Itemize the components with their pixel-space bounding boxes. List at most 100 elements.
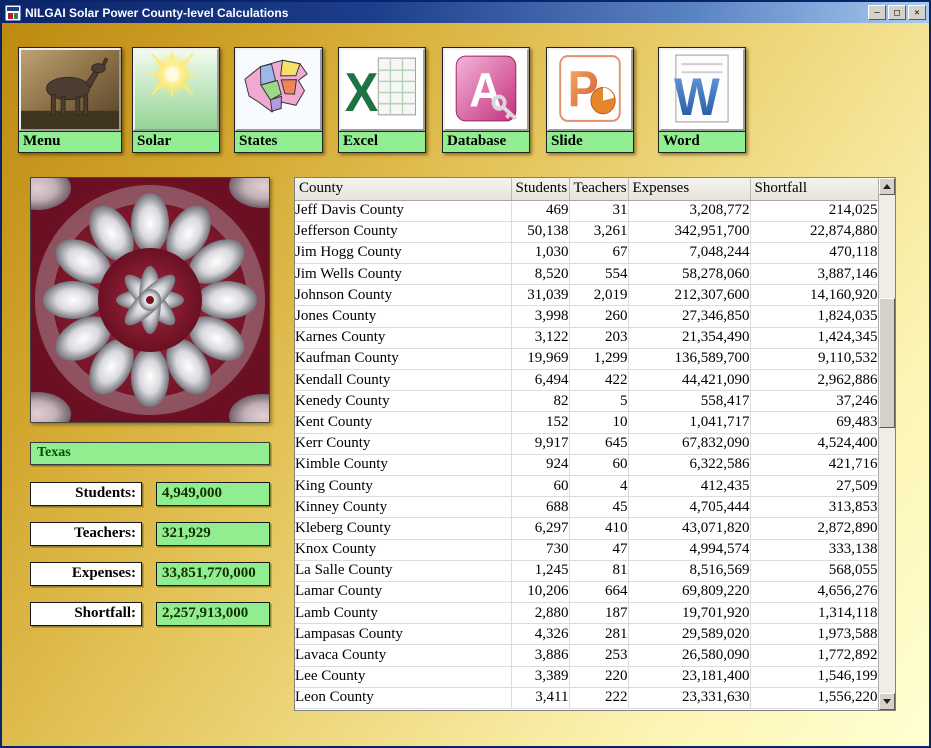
table-row[interactable]: Lavaca County 3,886 253 26,580,090 1,772,892 xyxy=(295,644,879,667)
table-row[interactable]: Kendall County 6,494 422 44,421,090 2,962,88… xyxy=(295,369,879,392)
toolbar-button-menu[interactable]: Menu xyxy=(18,47,122,153)
county-value-cell: 31,039 xyxy=(511,284,570,307)
table-row[interactable]: Leon County 3,411 222 23,331,630 1,556,220 xyxy=(295,687,879,710)
maximize-button[interactable]: □ xyxy=(888,5,906,20)
stat-label-shortfall: Shortfall: xyxy=(30,602,142,626)
county-value-cell: 69,483 xyxy=(750,411,879,434)
table-header-row: County Students Teachers Expenses Shortf… xyxy=(295,178,879,201)
county-value-cell: 2,962,886 xyxy=(750,369,879,392)
table-row[interactable]: Johnson County 31,039 2,019 212,307,600 14,1… xyxy=(295,284,879,307)
table-row[interactable]: Knox County 730 47 4,994,574 333,138 xyxy=(295,539,879,561)
column-header-students[interactable]: Students xyxy=(511,178,570,201)
window-title: NILGAI Solar Power County-level Calculat… xyxy=(25,5,289,20)
county-table: County Students Teachers Expenses Shortf… xyxy=(294,177,896,711)
table-row[interactable]: Lamb County 2,880 187 19,701,920 1,314,118 xyxy=(295,602,879,625)
county-value-cell: 6,494 xyxy=(511,369,570,392)
table-row[interactable]: Jeff Davis County 469 31 3,208,772 214,025 xyxy=(295,200,879,222)
county-value-cell: 26,580,090 xyxy=(628,644,751,667)
table-row[interactable]: Kent County 152 10 1,041,717 69,483 xyxy=(295,411,879,434)
county-name-cell: Jim Hogg County xyxy=(295,242,512,265)
toolbar-button-slide-label: Slide xyxy=(547,131,633,152)
toolbar-button-excel[interactable]: X Excel xyxy=(338,47,426,153)
app-icon xyxy=(4,4,22,21)
county-value-cell: 1,772,892 xyxy=(750,644,879,667)
table-row[interactable]: Jefferson County 50,138 3,261 342,951,700 22… xyxy=(295,221,879,243)
county-value-cell: 8,520 xyxy=(511,263,570,286)
county-value-cell: 688 xyxy=(511,496,570,519)
word-logo-icon: W xyxy=(659,48,745,131)
county-value-cell: 4,994,574 xyxy=(628,539,751,561)
county-value-cell: 422 xyxy=(569,369,629,392)
county-name-cell: Johnson County xyxy=(295,284,512,307)
county-value-cell: 19,969 xyxy=(511,348,570,371)
county-value-cell: 212,307,600 xyxy=(628,284,751,307)
county-value-cell: 9,110,532 xyxy=(750,348,879,371)
arrow-down-icon xyxy=(883,699,891,704)
county-name-cell: Kerr County xyxy=(295,433,512,455)
county-value-cell: 23,181,400 xyxy=(628,666,751,688)
county-value-cell: 4,656,276 xyxy=(750,581,879,604)
county-name-cell: Lavaca County xyxy=(295,644,512,667)
toolbar-button-database[interactable]: A Database xyxy=(442,47,530,153)
toolbar-button-slide[interactable]: P Slide xyxy=(546,47,634,153)
table-row[interactable]: Kimble County 924 60 6,322,586 421,716 xyxy=(295,454,879,476)
table-row[interactable]: Kaufman County 19,969 1,299 136,589,700 9,11… xyxy=(295,348,879,371)
toolbar-button-states[interactable]: States xyxy=(234,47,323,153)
table-row[interactable]: Lampasas County 4,326 281 29,589,020 1,973,5… xyxy=(295,623,879,646)
county-value-cell: 1,424,345 xyxy=(750,327,879,349)
county-value-cell: 82 xyxy=(511,390,570,413)
toolbar-button-solar-label: Solar xyxy=(133,131,219,152)
county-name-cell: Kinney County xyxy=(295,496,512,519)
county-value-cell: 37,246 xyxy=(750,390,879,413)
table-row[interactable]: La Salle County 1,245 81 8,516,569 568,055 xyxy=(295,560,879,582)
county-name-cell: Jefferson County xyxy=(295,221,512,243)
toolbar-button-states-label: States xyxy=(235,131,322,152)
vertical-scrollbar[interactable] xyxy=(878,178,895,710)
table-row[interactable]: Lee County 3,389 220 23,181,400 1,546,199 xyxy=(295,666,879,688)
table-row[interactable]: Jim Hogg County 1,030 67 7,048,244 470,118 xyxy=(295,242,879,265)
county-value-cell: 1,245 xyxy=(511,560,570,582)
us-map-icon xyxy=(235,48,322,131)
table-row[interactable]: Kleberg County 6,297 410 43,071,820 2,872,89… xyxy=(295,517,879,540)
toolbar-button-solar[interactable]: Solar xyxy=(132,47,220,153)
county-value-cell: 3,411 xyxy=(511,687,570,710)
county-value-cell: 50,138 xyxy=(511,221,570,243)
close-button[interactable]: ✕ xyxy=(908,5,926,20)
table-row[interactable]: Jones County 3,998 260 27,346,850 1,824,035 xyxy=(295,305,879,328)
column-header-county[interactable]: County xyxy=(295,178,512,201)
table-row[interactable]: King County 60 4 412,435 27,509 xyxy=(295,475,879,498)
table-row[interactable]: Kinney County 688 45 4,705,444 313,853 xyxy=(295,496,879,519)
toolbar-button-word[interactable]: W Word xyxy=(658,47,746,153)
county-value-cell: 1,556,220 xyxy=(750,687,879,710)
county-value-cell: 31 xyxy=(569,200,629,222)
scrollbar-down-button[interactable] xyxy=(879,693,895,710)
stat-value-students: 4,949,000 xyxy=(156,482,270,506)
county-value-cell: 558,417 xyxy=(628,390,751,413)
county-value-cell: 187 xyxy=(569,602,629,625)
county-name-cell: Karnes County xyxy=(295,327,512,349)
toolbar-button-word-label: Word xyxy=(659,131,745,152)
county-value-cell: 27,509 xyxy=(750,475,879,498)
column-header-shortfall[interactable]: Shortfall xyxy=(750,178,879,201)
minimize-button[interactable]: — xyxy=(868,5,886,20)
county-value-cell: 6,297 xyxy=(511,517,570,540)
app-window: NILGAI Solar Power County-level Calculat… xyxy=(0,0,931,748)
table-row[interactable]: Kenedy County 82 5 558,417 37,246 xyxy=(295,390,879,413)
county-value-cell: 60 xyxy=(569,454,629,476)
column-header-teachers[interactable]: Teachers xyxy=(569,178,629,201)
scrollbar-up-button[interactable] xyxy=(879,178,895,195)
county-name-cell: Lampasas County xyxy=(295,623,512,646)
column-header-expenses[interactable]: Expenses xyxy=(628,178,751,201)
region-label: Texas xyxy=(30,442,270,465)
stat-value-shortfall: 2,257,913,000 xyxy=(156,602,270,626)
county-value-cell: 2,019 xyxy=(569,284,629,307)
table-row[interactable]: Karnes County 3,122 203 21,354,490 1,424,345 xyxy=(295,327,879,349)
county-value-cell: 60 xyxy=(511,475,570,498)
county-value-cell: 220 xyxy=(569,666,629,688)
county-value-cell: 47 xyxy=(569,539,629,561)
county-value-cell: 81 xyxy=(569,560,629,582)
table-row[interactable]: Lamar County 10,206 664 69,809,220 4,656,276 xyxy=(295,581,879,604)
table-row[interactable]: Kerr County 9,917 645 67,832,090 4,524,400 xyxy=(295,433,879,455)
table-row[interactable]: Jim Wells County 8,520 554 58,278,060 3,887,… xyxy=(295,263,879,286)
scrollbar-thumb[interactable] xyxy=(879,298,895,428)
